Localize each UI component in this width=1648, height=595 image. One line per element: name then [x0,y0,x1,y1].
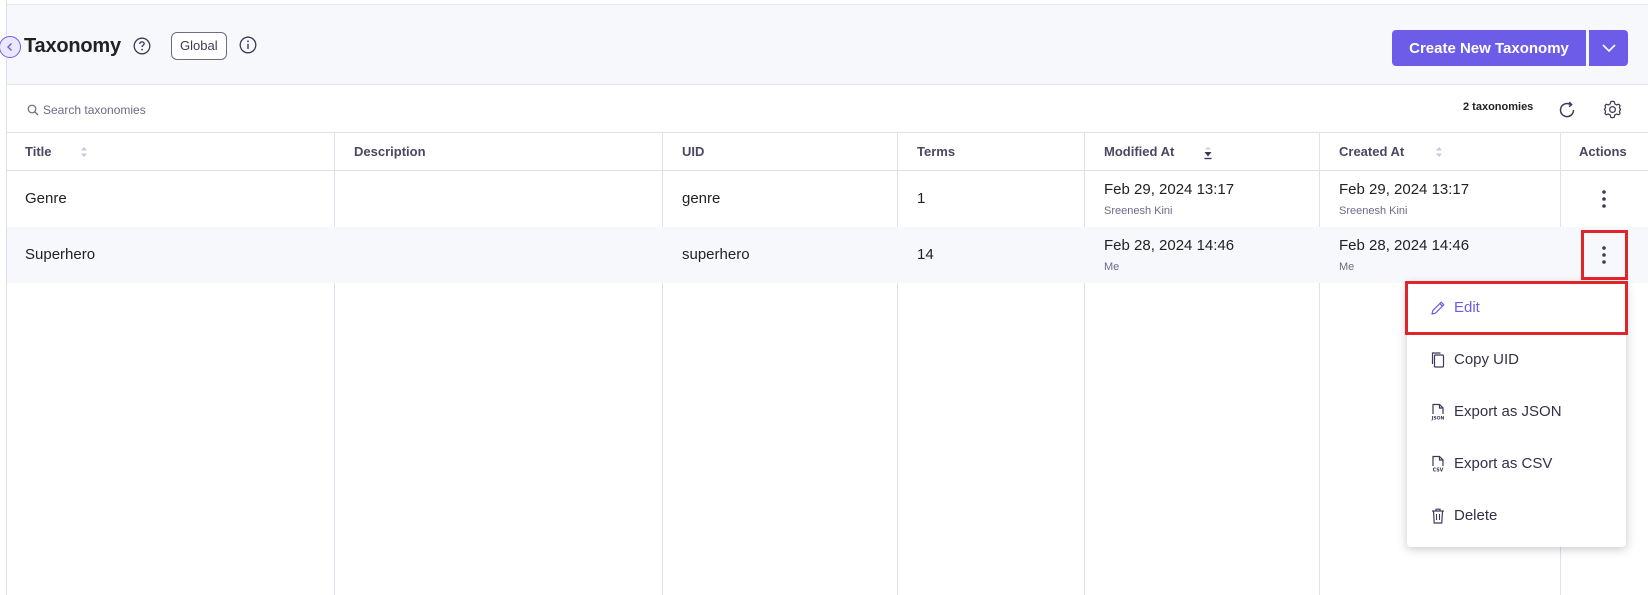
copy-icon [1431,352,1445,368]
sort-icon[interactable] [1435,145,1443,159]
refresh-icon[interactable] [1557,100,1577,120]
row-modified-by: Me [1104,261,1120,273]
svg-text:CSV: CSV [1433,468,1444,474]
column-header-description: Description [354,144,426,159]
menu-item-copy-uid[interactable]: Copy UID [1407,335,1626,385]
row-modified-at: Feb 29, 2024 13:17 [1104,181,1235,198]
sort-descending-icon[interactable] [1204,147,1212,161]
row-created-at: Feb 29, 2024 13:17 [1339,181,1470,198]
taxonomy-page: Taxonomy Global Create New Taxonomy 2 ta… [0,0,1648,595]
help-icon[interactable] [133,37,151,55]
column-header-terms: Terms [917,144,956,159]
row-actions-button[interactable] [1592,185,1616,213]
gear-icon[interactable] [1602,99,1623,120]
menu-item-export-csv[interactable]: CSV Export as CSV [1407,439,1626,489]
create-new-taxonomy-button[interactable]: Create New Taxonomy [1392,30,1586,66]
row-actions-button[interactable] [1592,241,1616,269]
row-terms: 14 [917,246,934,263]
row-modified-by: Sreenesh Kini [1104,205,1173,217]
menu-item-edit[interactable]: Edit [1407,283,1626,333]
kebab-menu-icon [1602,246,1606,264]
menu-item-export-json[interactable]: JSON Export as JSON [1407,387,1626,437]
menu-item-label: Export as JSON [1454,403,1562,420]
table-row[interactable]: Superhero superhero 14 Feb 28, 2024 14:4… [7,227,1648,283]
table-toolbar: 2 taxonomies [7,85,1648,133]
search-icon [27,104,39,116]
chevron-down-icon [1601,44,1616,53]
chevron-left-icon [7,43,12,51]
pencil-icon [1431,301,1445,315]
column-header-modified-at[interactable]: Modified At [1104,144,1174,159]
row-created-by: Me [1339,261,1355,273]
row-created-by: Sreenesh Kini [1339,205,1408,217]
row-title[interactable]: Genre [25,190,67,207]
kebab-menu-icon [1602,190,1606,208]
menu-item-label: Copy UID [1454,351,1520,368]
menu-item-label: Delete [1454,507,1498,524]
menu-item-delete[interactable]: Delete [1407,491,1626,541]
column-header-created-at[interactable]: Created At [1339,144,1404,159]
menu-item-label: Export as CSV [1454,455,1553,472]
search-input[interactable] [41,98,345,122]
column-header-actions: Actions [1579,144,1627,159]
table-row[interactable]: Genre genre 1 Feb 29, 2024 13:17 Sreenes… [7,171,1648,227]
page-title: Taxonomy [24,35,121,57]
table-header: Title Description UID Terms Modified At … [7,133,1648,171]
json-file-icon: JSON [1431,403,1445,422]
taxonomy-count: 2 taxonomies [1463,101,1534,113]
trash-icon [1432,508,1444,524]
column-header-title[interactable]: Title [25,144,52,159]
create-options-dropdown-button[interactable] [1589,30,1628,66]
row-terms: 1 [917,190,926,207]
info-icon[interactable] [239,36,257,54]
column-header-uid: UID [682,144,705,159]
global-badge: Global [171,32,227,60]
svg-text:JSON: JSON [1431,416,1445,422]
back-button[interactable] [0,36,21,58]
page-header: Taxonomy Global Create New Taxonomy [0,4,1648,85]
row-uid: superhero [682,246,750,263]
row-actions-menu: Edit Copy UID JSON Export as JSON CSV Ex [1407,283,1626,547]
row-uid: genre [682,190,721,207]
row-created-at: Feb 28, 2024 14:46 [1339,237,1470,254]
menu-item-label: Edit [1454,299,1480,316]
csv-file-icon: CSV [1432,455,1444,474]
row-title[interactable]: Superhero [25,246,95,263]
row-modified-at: Feb 28, 2024 14:46 [1104,237,1235,254]
sort-icon[interactable] [80,145,88,159]
